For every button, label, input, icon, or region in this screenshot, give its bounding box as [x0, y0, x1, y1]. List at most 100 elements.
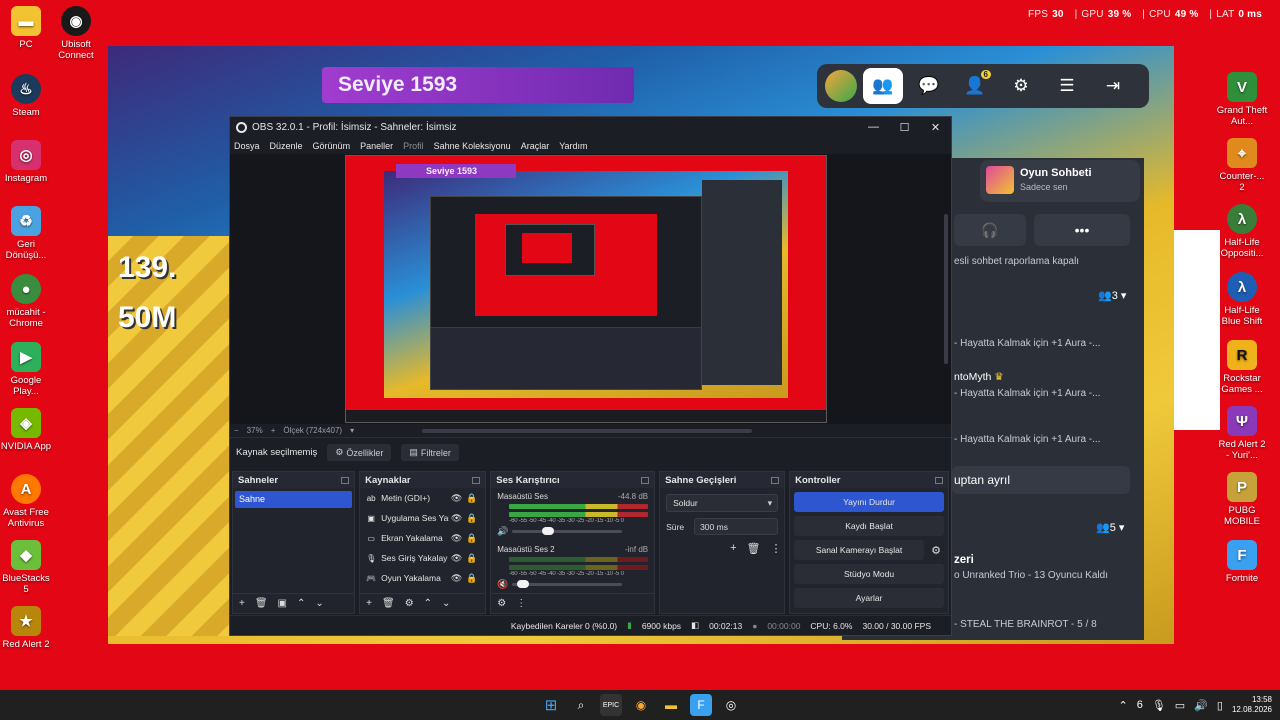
source-item[interactable]: 🎙 Ses Giriş Yakalay 👁 🔒: [360, 548, 485, 568]
move-up-icon[interactable]: ⌃: [424, 598, 432, 609]
scene-filter-icon[interactable]: ▣: [278, 598, 287, 609]
desktop-icon-recycle-bin[interactable]: ♻ Geri Dönüşü...: [0, 206, 52, 261]
close-icon[interactable]: ✕: [920, 121, 951, 134]
lock-icon[interactable]: 🔒: [464, 513, 479, 524]
menu-docks[interactable]: Paneller: [360, 141, 393, 151]
fortnite-taskbar-icon[interactable]: F: [690, 694, 712, 716]
clock[interactable]: 13:58 12.08.2026: [1232, 695, 1272, 715]
exit-icon[interactable]: ⇥: [1093, 68, 1133, 104]
desktop-icon-yuri[interactable]: Ψ Red Alert 2 - Yuri'...: [1216, 406, 1268, 461]
party-count-2[interactable]: 👥5 ▾: [1096, 521, 1124, 534]
properties-button[interactable]: ⚙ Özellikler: [327, 444, 392, 461]
undock-icon[interactable]: [341, 476, 350, 484]
menu-file[interactable]: Dosya: [234, 141, 260, 151]
battery-icon[interactable]: ▯: [1217, 699, 1223, 712]
eye-icon[interactable]: 👁: [449, 573, 464, 584]
move-up-icon[interactable]: ⌃: [297, 598, 305, 609]
maximize-icon[interactable]: ☐: [889, 121, 920, 134]
preview-scrollbar[interactable]: [944, 214, 948, 364]
preview-canvas[interactable]: Seviye 1593: [345, 155, 827, 423]
desktop-icon-google-play[interactable]: ▶ Google Play...: [0, 342, 52, 397]
desktop-icon-half-life[interactable]: λ Half-Life Oppositi...: [1216, 204, 1268, 259]
trash-icon[interactable]: 🗑: [382, 598, 395, 609]
desktop-icon-red-alert[interactable]: ★ Red Alert 2: [0, 606, 52, 650]
settings-button[interactable]: Ayarlar: [794, 588, 944, 608]
volume-icon[interactable]: 🔊: [1194, 699, 1208, 712]
menu-edit[interactable]: Düzenle: [270, 141, 303, 151]
start-recording-button[interactable]: Kaydı Başlat: [794, 516, 944, 536]
add-friend-icon[interactable]: 👤 6: [955, 68, 995, 104]
transition-select[interactable]: Soldur: [666, 494, 779, 512]
leave-party-button[interactable]: uptan ayrıl: [952, 466, 1130, 494]
muted-speaker-icon[interactable]: 🔇: [497, 579, 508, 590]
desktop-icon-pubg[interactable]: P PUBG MOBILE: [1216, 472, 1268, 527]
menu-profile[interactable]: Profil: [403, 141, 424, 151]
stop-streaming-button[interactable]: Yayını Durdur: [794, 492, 944, 512]
eye-icon[interactable]: 👁: [449, 553, 464, 564]
obs-window[interactable]: OBS 32.0.1 - Profil: İsimsiz - Sahneler:…: [229, 116, 952, 636]
scene-item[interactable]: Sahne: [235, 491, 353, 508]
desktop-icon-cs2[interactable]: ⌖ Counter-... 2: [1216, 138, 1268, 193]
zoom-in-icon[interactable]: +: [271, 426, 276, 435]
desktop-icon-avast[interactable]: A Avast Free Antivirus: [0, 474, 52, 529]
trash-icon[interactable]: 🗑: [747, 542, 761, 555]
menu-icon[interactable]: ☰: [1047, 68, 1087, 104]
desktop-icon-pc[interactable]: ▬ PC: [0, 6, 52, 50]
undock-icon[interactable]: [771, 476, 780, 484]
network-icon[interactable]: ▭: [1175, 699, 1185, 712]
player-avatar[interactable]: [825, 70, 857, 102]
volume-slider[interactable]: [512, 580, 623, 588]
add-icon[interactable]: +: [730, 542, 736, 555]
more-icon[interactable]: •••: [1034, 214, 1130, 246]
desktop-icon-chrome[interactable]: ● mücahit - Chrome: [0, 274, 52, 329]
trash-icon[interactable]: 🗑: [255, 598, 268, 609]
source-item[interactable]: ab Metin (GDI+) 👁 🔒: [360, 488, 485, 508]
scale-dropdown-icon[interactable]: ▾: [350, 426, 354, 435]
studio-mode-button[interactable]: Stüdyo Modu: [794, 564, 944, 584]
desktop-icon-half-life-blue[interactable]: λ Half-Life Blue Shift: [1216, 272, 1268, 327]
lock-icon[interactable]: 🔒: [464, 533, 479, 544]
desktop-icon-fortnite[interactable]: F Fortnite: [1216, 540, 1268, 584]
mixer-settings-icon[interactable]: ⚙: [497, 598, 506, 609]
filters-button[interactable]: ▤ Filtreler: [401, 444, 459, 461]
preview-hscrollbar[interactable]: [422, 428, 753, 433]
volume-knob[interactable]: [541, 527, 554, 535]
eye-icon[interactable]: 👁: [449, 533, 464, 544]
undock-icon[interactable]: [641, 476, 650, 484]
virtual-camera-settings-icon[interactable]: ⚙: [928, 544, 944, 557]
move-down-icon[interactable]: ⌄: [442, 598, 450, 609]
start-virtual-camera-button[interactable]: Sanal Kamerayı Başlat: [794, 540, 924, 560]
settings-gear-icon[interactable]: ⚙: [405, 598, 414, 609]
eye-icon[interactable]: 👁: [449, 493, 464, 504]
duration-input[interactable]: 300 ms: [694, 518, 779, 535]
windows-start-icon[interactable]: ⊞: [540, 694, 562, 716]
game-chat-card[interactable]: Oyun Sohbeti Sadece sen: [980, 160, 1140, 202]
lock-icon[interactable]: 🔒: [464, 573, 479, 584]
desktop-icon-bluestacks[interactable]: ◆ BlueStacks 5: [0, 540, 52, 595]
zoom-out-icon[interactable]: −: [234, 426, 239, 435]
lock-icon[interactable]: 🔒: [464, 493, 479, 504]
browser-icon[interactable]: ◉: [630, 694, 652, 716]
volume-knob[interactable]: [517, 580, 530, 588]
desktop-icon-gta[interactable]: V Grand Theft Aut...: [1216, 72, 1268, 127]
desktop-icon-steam[interactable]: ♨ Steam: [0, 74, 52, 118]
minimize-icon[interactable]: —: [858, 121, 889, 134]
obs-title-bar[interactable]: OBS 32.0.1 - Profil: İsimsiz - Sahneler:…: [230, 117, 951, 137]
party-count-1[interactable]: 👥3 ▾: [1098, 289, 1126, 302]
file-explorer-icon[interactable]: ▬: [660, 694, 682, 716]
desktop-icon-instagram[interactable]: ◎ Instagram: [0, 140, 52, 184]
microphone-icon[interactable]: 🎙: [1152, 699, 1166, 712]
undock-icon[interactable]: [472, 476, 481, 484]
menu-scene-collection[interactable]: Sahne Koleksiyonu: [434, 141, 511, 151]
source-item[interactable]: 🎮 Oyun Yakalama 👁 🔒: [360, 568, 485, 588]
speaker-icon[interactable]: 🔊: [497, 526, 508, 537]
settings-gear-icon[interactable]: ⚙: [1001, 68, 1041, 104]
source-item[interactable]: ▭ Ekran Yakalama 👁 🔒: [360, 528, 485, 548]
add-icon[interactable]: +: [366, 598, 372, 609]
desktop-icon-rockstar[interactable]: R Rockstar Games ...: [1216, 340, 1268, 395]
epic-games-icon[interactable]: EPIC: [600, 694, 622, 716]
undock-icon[interactable]: [935, 476, 943, 484]
menu-help[interactable]: Yardım: [559, 141, 587, 151]
tray-chevron-icon[interactable]: ⌃: [1118, 699, 1127, 712]
source-item[interactable]: ▣ Uygulama Ses Yal 👁 🔒: [360, 508, 485, 528]
